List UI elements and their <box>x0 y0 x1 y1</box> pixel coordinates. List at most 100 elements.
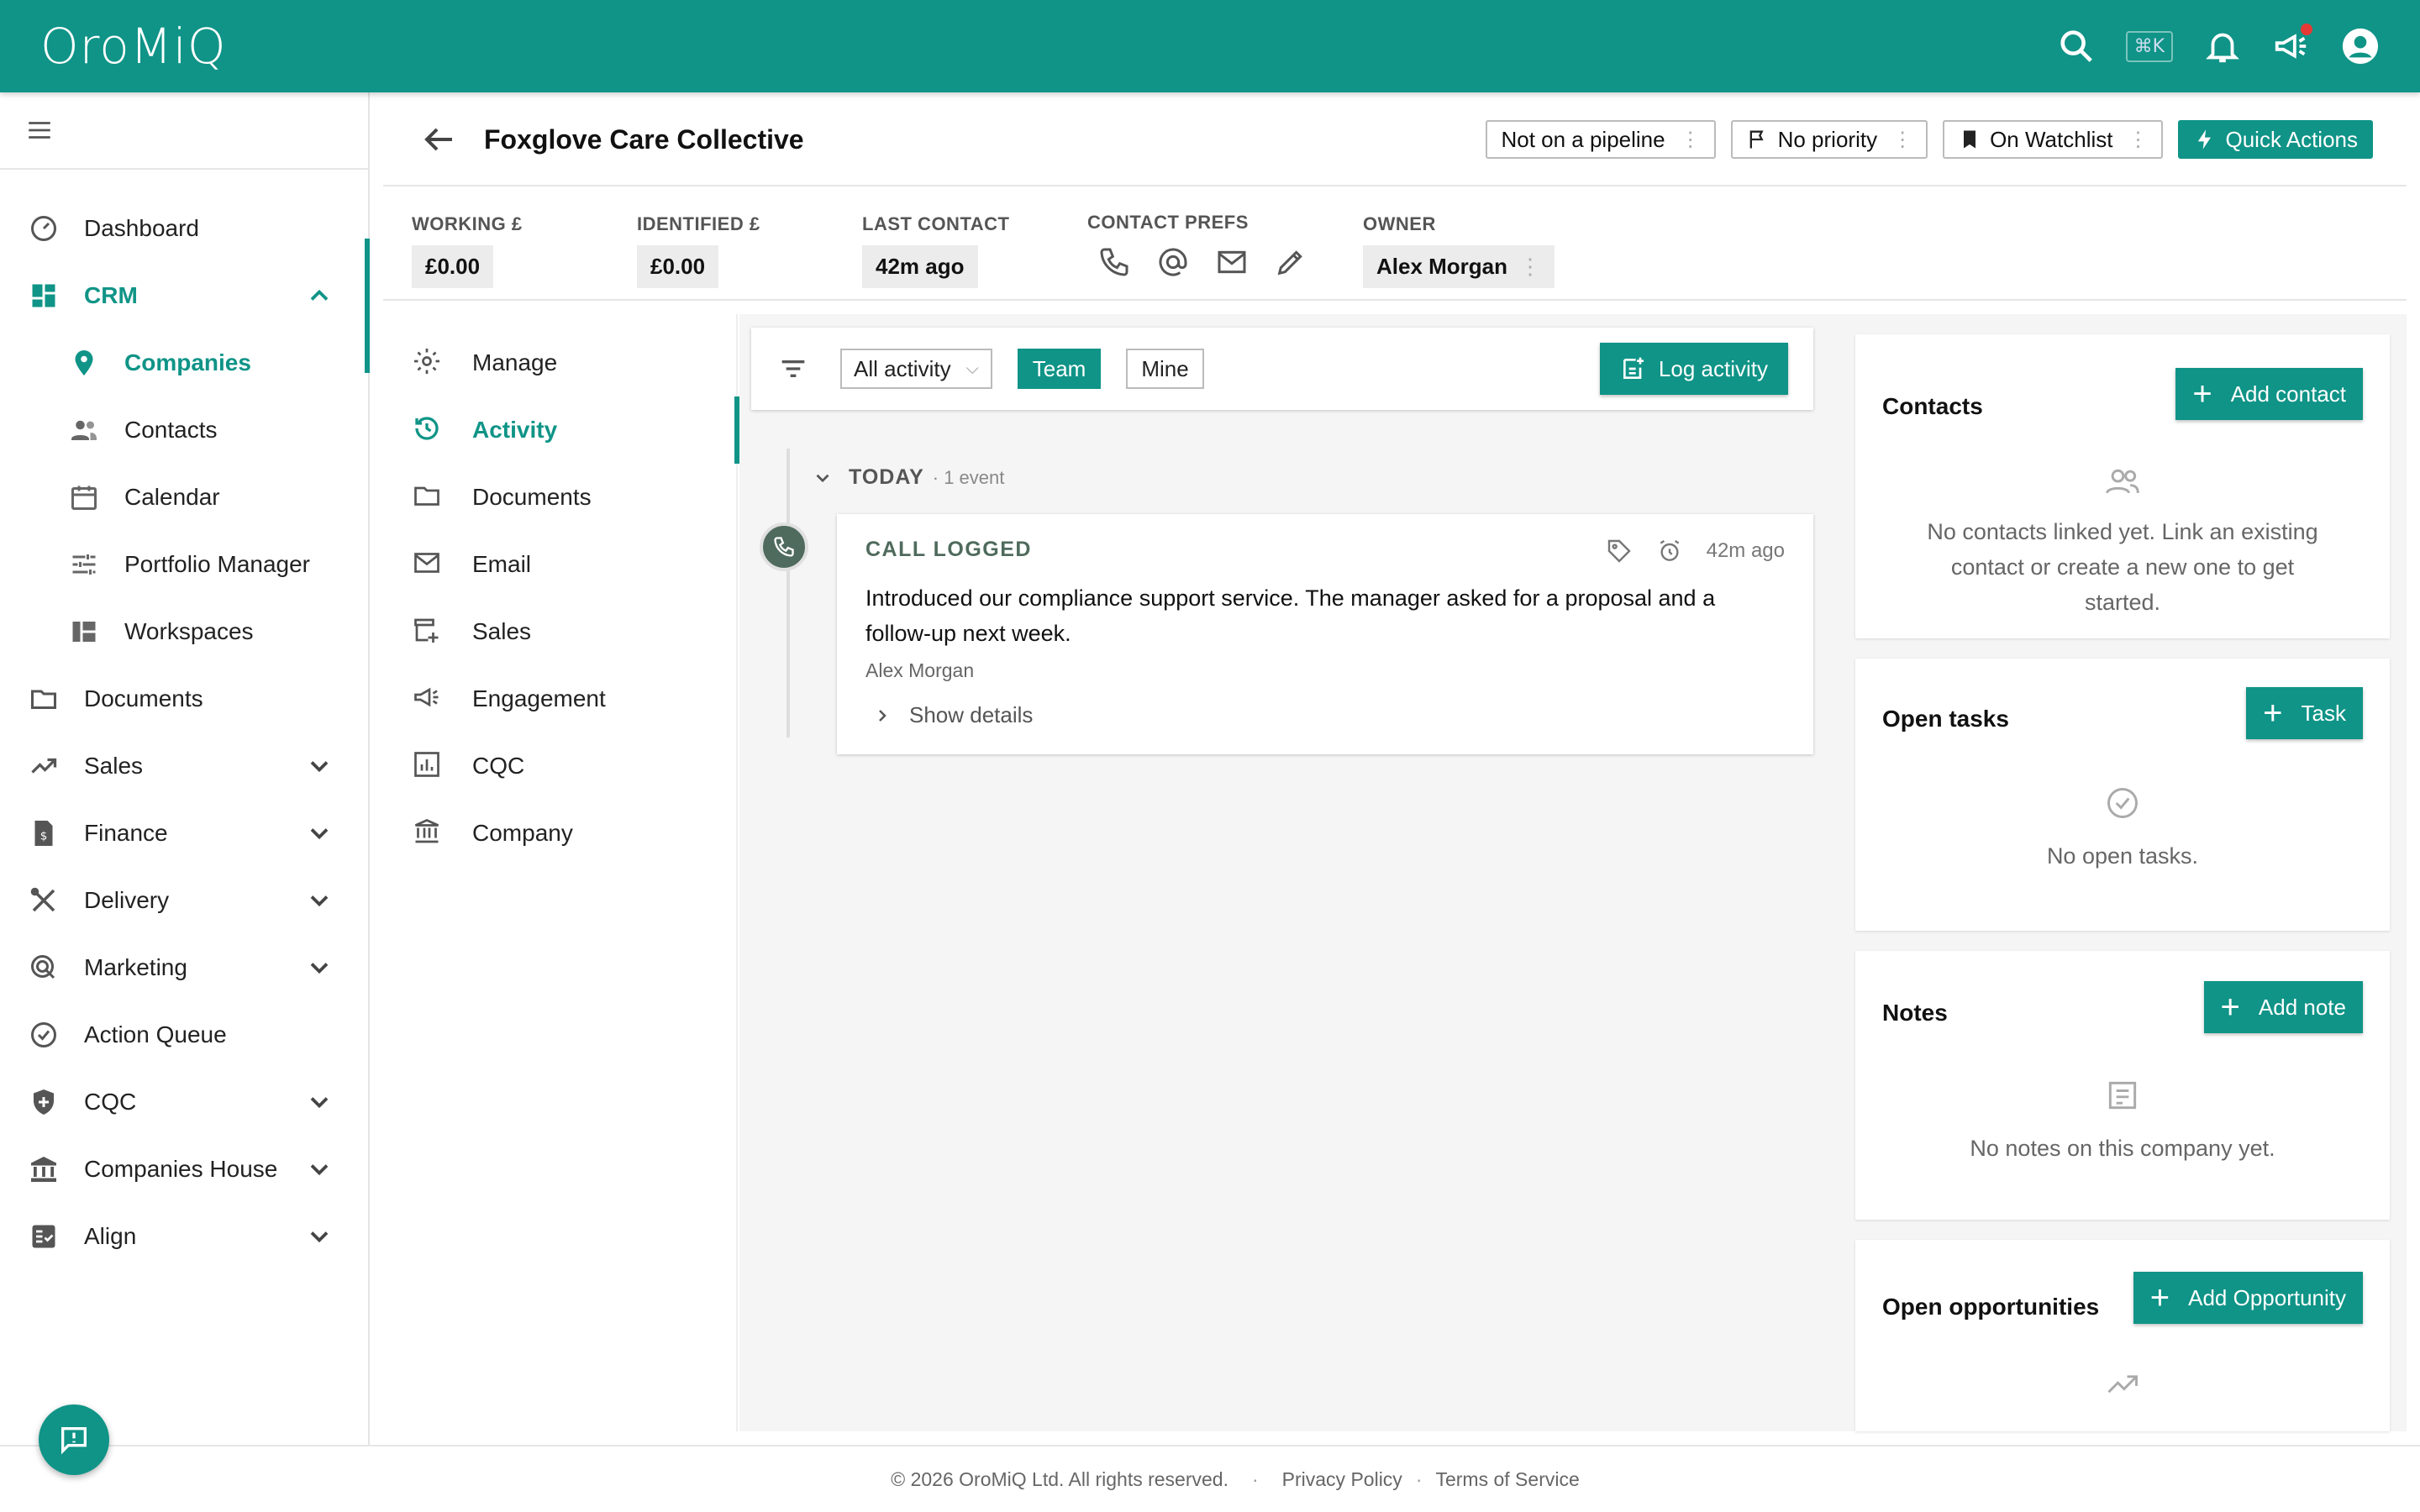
header-actions: Not on a pipeline ⋮ No priority ⋮ On Wat… <box>1486 120 2373 159</box>
menu-toggle[interactable] <box>0 92 368 170</box>
watchlist-button[interactable]: On Watchlist ⋮ <box>1943 120 2164 159</box>
subnav-item-manage[interactable]: Manage <box>385 329 736 396</box>
chevron-down-icon: ⌵ <box>965 359 979 378</box>
quick-actions-label: Quick Actions <box>2225 126 2358 152</box>
add-opportunity-label: Add Opportunity <box>2188 1284 2346 1310</box>
quick-actions-button[interactable]: Quick Actions <box>2178 120 2373 159</box>
event-meta: 42m ago <box>1606 538 1785 564</box>
terms-link[interactable]: Terms of Service <box>1435 1468 1579 1491</box>
chevron-down-icon[interactable] <box>304 751 334 781</box>
activity-panel: All activity ⌵ Team Mine Log activity TO… <box>739 314 1828 1431</box>
add-note-button[interactable]: + Add note <box>2203 981 2363 1033</box>
sidebar-item-companies[interactable]: Companies <box>0 329 368 396</box>
sidebar-item-delivery[interactable]: Delivery <box>0 867 368 934</box>
sidebar-item-label: Calendar <box>124 484 220 510</box>
sidebar-item-label: Portfolio Manager <box>124 551 311 577</box>
at-sign-icon[interactable] <box>1156 245 1190 279</box>
app-logo[interactable]: OroMiQ <box>40 18 227 75</box>
alarm-icon[interactable] <box>1656 538 1683 564</box>
stat-working: WORKING £ £0.00 <box>412 213 523 288</box>
sidebar-item-label: Workspaces <box>124 618 254 644</box>
owner-selector[interactable]: Alex Morgan ⋮ <box>1363 245 1555 288</box>
stat-owner: OWNER Alex Morgan ⋮ <box>1363 213 1555 288</box>
sidebar-item-crm[interactable]: CRM <box>0 239 370 373</box>
hamburger-icon[interactable] <box>25 116 54 144</box>
plus-icon: + <box>2220 989 2240 1026</box>
add-contact-button[interactable]: + Add contact <box>2175 368 2363 420</box>
tag-icon[interactable] <box>1606 538 1633 564</box>
activity-type-select[interactable]: All activity ⌵ <box>840 349 992 389</box>
add-task-button[interactable]: + Task <box>2246 687 2363 739</box>
search-icon[interactable] <box>2057 27 2096 66</box>
plus-icon: + <box>2149 1279 2170 1316</box>
subnav-item-email[interactable]: Email <box>385 531 736 598</box>
subnav-item-sales[interactable]: Sales <box>385 598 736 665</box>
timeline-group-header[interactable]: TODAY · 1 event <box>812 465 1004 490</box>
group-label: TODAY <box>849 465 924 489</box>
show-details-label: Show details <box>909 702 1034 727</box>
team-filter-chip[interactable]: Team <box>1017 349 1102 389</box>
feedback-button[interactable] <box>39 1404 109 1475</box>
back-arrow-icon[interactable] <box>418 119 459 160</box>
sidebar-item-contacts[interactable]: Contacts <box>0 396 368 464</box>
show-details-toggle[interactable]: Show details <box>865 702 1785 728</box>
chevron-up-icon[interactable] <box>304 281 334 311</box>
event-time: 42m ago <box>1706 539 1785 562</box>
chevron-down-icon[interactable] <box>304 885 334 916</box>
phone-icon[interactable] <box>1097 245 1131 279</box>
subnav-item-company[interactable]: Company <box>385 800 736 867</box>
subnav-label: Company <box>472 820 573 846</box>
subnav-item-cqc[interactable]: CQC <box>385 732 736 800</box>
pipeline-button[interactable]: Not on a pipeline ⋮ <box>1486 120 1716 159</box>
sidebar-item-align[interactable]: Align <box>0 1203 368 1270</box>
tasks-card: Open tasks + Task No open tasks. <box>1855 659 2390 931</box>
mail-icon[interactable] <box>1215 245 1249 279</box>
phone-icon <box>774 537 794 557</box>
log-activity-button[interactable]: Log activity <box>1599 343 1788 395</box>
account-icon[interactable] <box>2341 27 2380 66</box>
footer: © 2026 OroMiQ Ltd. All rights reserved. … <box>0 1445 2420 1512</box>
report-chart-icon <box>412 749 445 783</box>
sliders-icon <box>67 548 101 581</box>
chevron-down-icon[interactable] <box>304 1221 334 1252</box>
sidebar-item-dashboard[interactable]: Dashboard <box>0 195 368 262</box>
sidebar-item-portfolio-manager[interactable]: Portfolio Manager <box>0 531 368 598</box>
sidebar-item-sales[interactable]: Sales <box>0 732 368 800</box>
sidebar-item-action-queue[interactable]: Action Queue <box>0 1001 368 1068</box>
mine-filter-chip[interactable]: Mine <box>1126 349 1204 389</box>
megaphone-icon[interactable] <box>2272 24 2312 66</box>
filter-icon[interactable] <box>776 352 810 386</box>
svg-text:$: $ <box>40 830 48 843</box>
subnav-item-activity[interactable]: Activity <box>385 396 739 464</box>
workspace-icon <box>67 615 101 648</box>
sidebar-item-calendar[interactable]: Calendar <box>0 464 368 531</box>
subnav-label: Engagement <box>472 685 606 711</box>
sidebar-item-workspaces[interactable]: Workspaces <box>0 598 368 665</box>
calendar-icon <box>67 480 101 514</box>
lightning-icon <box>2198 129 2212 150</box>
sidebar-item-finance[interactable]: $ Finance <box>0 800 368 867</box>
sidebar-item-marketing[interactable]: Marketing <box>0 934 368 1001</box>
chevron-down-icon[interactable] <box>304 818 334 848</box>
edit-icon[interactable] <box>1274 245 1307 279</box>
sidebar-item-documents[interactable]: Documents <box>0 665 368 732</box>
chevron-down-icon[interactable] <box>304 1154 334 1184</box>
event-body: Introduced our compliance support servic… <box>865 585 1716 646</box>
subnav-item-engagement[interactable]: Engagement <box>385 665 736 732</box>
subnav-label: CQC <box>472 753 525 779</box>
activity-event-card[interactable]: CALL LOGGED 42m ago Introduced our compl… <box>837 514 1813 754</box>
top-bar: OroMiQ ⌘K <box>0 0 2420 92</box>
trending-up-icon <box>27 749 60 783</box>
more-vert-icon: ⋮ <box>1892 128 1913 151</box>
subnav-label: Email <box>472 551 532 577</box>
bell-icon[interactable] <box>2203 27 2242 66</box>
subnav-item-documents[interactable]: Documents <box>385 464 736 531</box>
privacy-link[interactable]: Privacy Policy <box>1282 1468 1402 1491</box>
chevron-down-icon[interactable] <box>812 467 834 489</box>
priority-button[interactable]: No priority ⋮ <box>1730 120 1928 159</box>
add-opportunity-button[interactable]: + Add Opportunity <box>2133 1272 2363 1324</box>
chevron-down-icon[interactable] <box>304 953 334 983</box>
sidebar-item-cqc[interactable]: CQC <box>0 1068 368 1136</box>
sidebar-item-companies-house[interactable]: Companies House <box>0 1136 368 1203</box>
chevron-down-icon[interactable] <box>304 1087 334 1117</box>
